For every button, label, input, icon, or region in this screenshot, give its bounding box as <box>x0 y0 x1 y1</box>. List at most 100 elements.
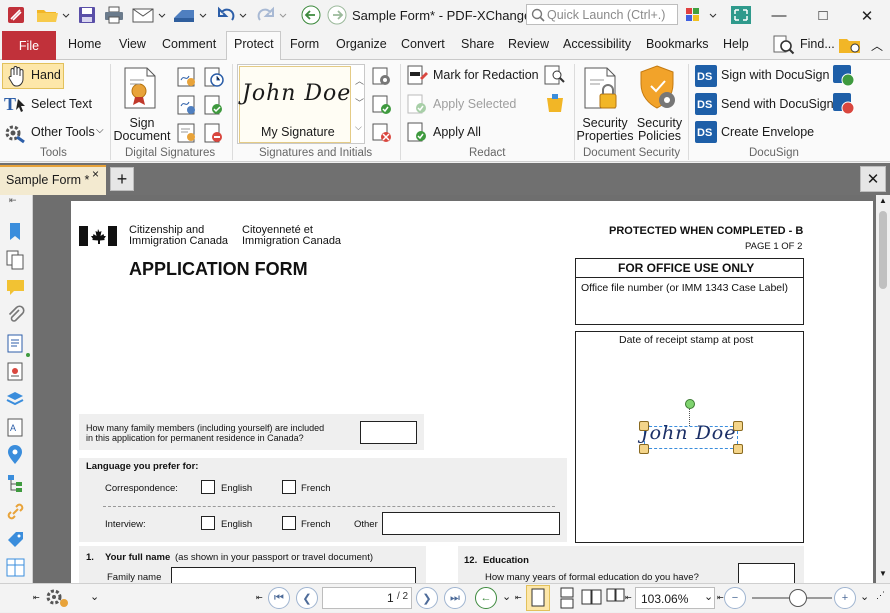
status-more-chevron-icon[interactable]: ⌄ <box>860 590 869 603</box>
gallery-expand-icon[interactable]: ⌵ <box>355 122 362 133</box>
other-tools-chevron-icon[interactable]: ⌵ <box>96 125 104 136</box>
find-icon[interactable] <box>772 35 796 58</box>
tab-organize[interactable]: Organize <box>336 37 387 51</box>
status-settings-icon[interactable] <box>44 587 72 612</box>
quick-launch-input[interactable]: Quick Launch (Ctrl+.) <box>526 4 678 25</box>
comments-icon[interactable] <box>5 277 26 298</box>
sanitize-icon[interactable] <box>543 92 567 117</box>
other-tools-button[interactable]: Other Tools <box>31 125 95 139</box>
zoom-slider-toggle-icon[interactable]: ⇤ <box>717 593 724 602</box>
close-tab-icon[interactable]: × <box>92 167 99 181</box>
prev-page-button[interactable]: ❮ <box>296 587 318 609</box>
zoom-input[interactable]: 103.06% ⌄ <box>635 587 715 609</box>
sign-document-icon[interactable] <box>122 66 162 115</box>
print-icon[interactable] <box>102 5 126 25</box>
next-page-button[interactable]: ❯ <box>416 587 438 609</box>
new-tab-button[interactable]: + <box>110 167 134 191</box>
maximize-button[interactable]: □ <box>800 0 846 31</box>
fullscreen-icon[interactable] <box>728 5 754 25</box>
tab-convert[interactable]: Convert <box>401 37 445 51</box>
signature-settings-icon[interactable] <box>371 66 393 91</box>
tab-bookmarks[interactable]: Bookmarks <box>646 37 709 51</box>
rotation-handle[interactable] <box>685 399 695 409</box>
correspondence-french-checkbox[interactable] <box>282 480 296 494</box>
scroll-thumb[interactable] <box>879 211 887 289</box>
interview-english-checkbox[interactable] <box>201 516 215 530</box>
send-with-docusign-button[interactable]: Send with DocuSign <box>721 97 834 111</box>
my-signature-item[interactable]: John Doe My Signature <box>239 66 351 143</box>
scroll-up-icon[interactable]: ▲ <box>879 196 887 205</box>
docusign-download-icon[interactable] <box>832 64 856 91</box>
interview-other-field[interactable] <box>382 512 560 535</box>
mark-for-redaction-button[interactable]: Mark for Redaction <box>433 68 539 82</box>
apply-all-button[interactable]: Apply All <box>433 125 481 139</box>
signature-check-icon[interactable] <box>203 94 225 119</box>
timestamp-icon[interactable] <box>203 66 225 91</box>
page-number-field[interactable]: 1 / 2 <box>322 587 412 609</box>
family-count-field[interactable] <box>360 421 417 444</box>
zoom-in-button[interactable]: + <box>834 587 856 609</box>
collapse-ribbon-icon[interactable]: ︿ <box>871 37 883 54</box>
folder-search-icon[interactable] <box>838 35 862 58</box>
panel-collapse-icon[interactable]: ⇤ <box>9 195 17 206</box>
nav-toggle-icon[interactable]: ⇤ <box>256 593 263 602</box>
create-envelope-button[interactable]: Create Envelope <box>721 125 814 139</box>
zoom-dropdown-icon[interactable]: ⌄ <box>704 590 713 603</box>
security-properties-icon[interactable] <box>582 66 626 115</box>
security-policies-icon[interactable] <box>637 64 681 115</box>
minimize-button[interactable]: — <box>756 0 802 31</box>
back-nav-icon[interactable] <box>300 5 322 25</box>
close-window-button[interactable]: ✕ <box>844 0 890 31</box>
zoom-out-button[interactable]: − <box>724 587 746 609</box>
resize-handle-ne[interactable] <box>733 421 743 431</box>
last-page-button[interactable]: ⏭ <box>444 587 466 609</box>
zoom-slider-knob[interactable] <box>788 589 807 607</box>
signature-remove-icon[interactable] <box>371 122 393 147</box>
find-button[interactable]: Find... <box>800 37 835 51</box>
first-page-button[interactable]: ⏮ <box>268 587 290 609</box>
apply-selected-button[interactable]: Apply Selected <box>433 97 516 111</box>
tab-review[interactable]: Review <box>508 37 549 51</box>
links-icon[interactable] <box>5 501 26 522</box>
resize-grip-icon[interactable]: ⋰ <box>876 590 885 601</box>
thumbnails-icon[interactable] <box>5 249 26 270</box>
interview-french-checkbox[interactable] <box>282 516 296 530</box>
gallery-down-icon[interactable]: ﹀ <box>355 96 364 109</box>
destinations-icon[interactable] <box>5 445 26 466</box>
zoom-toggle-icon[interactable]: ⇤ <box>625 593 632 602</box>
attachments-icon[interactable] <box>5 305 26 326</box>
prev-view-button[interactable]: ← <box>475 587 497 609</box>
palette-icon[interactable] <box>682 5 722 25</box>
document-tab[interactable]: Sample Form * × <box>0 165 106 195</box>
tab-help[interactable]: Help <box>723 37 749 51</box>
close-document-button[interactable]: ✕ <box>860 166 886 192</box>
layers-icon[interactable] <box>5 389 26 410</box>
file-menu-tab[interactable]: File <box>2 31 56 60</box>
certificate-icon[interactable] <box>176 122 198 147</box>
redo-icon[interactable] <box>254 5 290 25</box>
select-text-button[interactable]: Select Text <box>31 97 92 111</box>
scroll-down-icon[interactable]: ▼ <box>879 569 887 578</box>
history-chevron-icon[interactable]: ⌄ <box>502 590 511 603</box>
tab-form[interactable]: Form <box>290 37 319 51</box>
resize-handle-sw[interactable] <box>639 444 649 454</box>
single-page-view-button[interactable] <box>526 585 550 611</box>
signature-clear-icon[interactable] <box>203 122 225 147</box>
bookmarks-icon[interactable] <box>5 221 26 242</box>
resize-handle-se[interactable] <box>733 444 743 454</box>
signatures-panel-icon[interactable] <box>5 361 26 382</box>
correspondence-english-checkbox[interactable] <box>201 480 215 494</box>
gallery-up-icon[interactable]: ︿ <box>355 74 364 87</box>
forward-nav-icon[interactable] <box>326 5 348 25</box>
tab-accessibility[interactable]: Accessibility <box>563 37 631 51</box>
structure-icon[interactable] <box>5 473 26 494</box>
security-properties-button[interactable]: Security Properties <box>575 117 635 143</box>
pdf-page[interactable]: Citizenship and Immigration Canada Citoy… <box>71 201 873 596</box>
undo-icon[interactable] <box>214 5 250 25</box>
tab-view[interactable]: View <box>119 37 146 51</box>
sign-document-button[interactable]: Sign Document <box>112 117 172 143</box>
signature-validate-icon[interactable] <box>176 94 198 119</box>
status-menu-chevron-icon[interactable]: ⌄ <box>90 590 99 603</box>
email-icon[interactable] <box>130 5 168 25</box>
tab-comment[interactable]: Comment <box>162 37 216 51</box>
